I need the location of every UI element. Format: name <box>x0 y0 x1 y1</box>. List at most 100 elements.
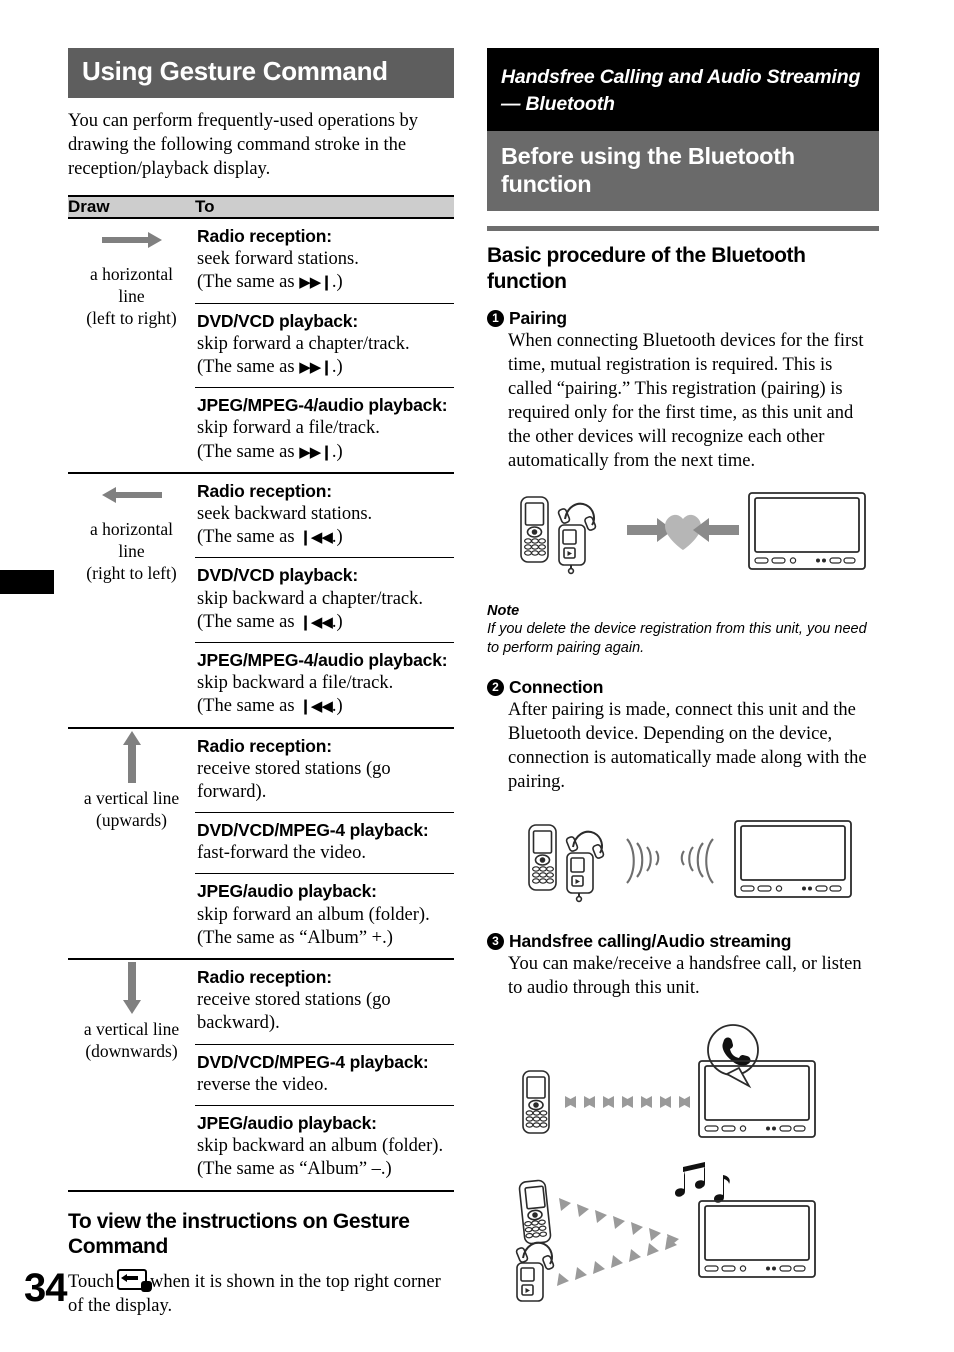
list-item: JPEG/MPEG-4/audio playback: skip backwar… <box>195 643 454 727</box>
section-title-using-gesture-command: Using Gesture Command <box>68 48 454 98</box>
same-as-suffix: .) <box>331 356 343 377</box>
draw-label-line1: a horizontal <box>89 518 174 539</box>
fast-forward-icon: ▶▶❙ <box>299 273 333 292</box>
same-as-suffix: .) <box>331 441 343 462</box>
car-av-unit-icon <box>734 820 852 898</box>
rewind-icon: ❙◀◀ <box>299 697 333 716</box>
step-heading: 1 Pairing <box>487 308 879 329</box>
item-title: DVD/VCD/MPEG-4 playback: <box>197 1051 429 1072</box>
item-desc: seek forward stations. <box>197 249 359 270</box>
item-text: skip forward a file/track. (The same as … <box>197 417 450 463</box>
arrow-stream-left-icon <box>565 1095 690 1108</box>
audio-player-headphones-icon <box>557 502 597 574</box>
mobile-phone-icon <box>522 1070 550 1134</box>
step-text: When connecting Bluetooth devices for th… <box>508 331 864 471</box>
item-title: JPEG/MPEG-4/audio playback: <box>197 649 448 670</box>
same-as-suffix: .) <box>331 696 343 717</box>
draw-label-line3: (left to right) <box>86 308 177 329</box>
thumb-index-tab <box>0 570 54 594</box>
arrow-left-icon <box>68 474 195 516</box>
list-item: Radio reception: seek forward stations. … <box>195 219 454 304</box>
gesture-command-icon <box>116 1269 152 1293</box>
step-number-badge: 1 <box>487 310 504 327</box>
item-title: Radio reception: <box>197 967 332 988</box>
item-desc: skip forward an album (folder). <box>197 904 430 925</box>
item-desc: skip backward a chapter/track. <box>197 588 424 609</box>
same-as-suffix: .) <box>331 611 343 632</box>
item-title: Radio reception: <box>197 735 332 756</box>
arrow-stream-right-icon <box>557 1236 677 1286</box>
item-desc: receive stored stations (go forward). <box>197 758 391 802</box>
item-text: skip forward an album (folder). (The sam… <box>197 904 450 950</box>
draw-label-line3: (right to left) <box>86 562 177 583</box>
item-title: JPEG/audio playback: <box>197 1112 377 1133</box>
step-number-badge: 3 <box>487 932 504 950</box>
draw-label-line2: line <box>118 540 145 561</box>
item-desc: reverse the video. <box>197 1074 328 1095</box>
step-heading: 3 Handsfree calling/Audio streaming <box>487 931 879 952</box>
list-item: DVD/VCD playback: skip forward a chapter… <box>195 304 454 389</box>
draw-label-line1: a vertical line <box>83 787 180 808</box>
subsection-title: Basic procedure of the Bluetooth functio… <box>487 244 806 293</box>
same-as-suffix: .) <box>331 272 343 293</box>
list-item: Radio reception: receive stored stations… <box>195 960 454 1045</box>
step-pairing: 1 Pairing When connecting Bluetooth devi… <box>487 308 879 474</box>
list-item: JPEG/audio playback: skip forward an alb… <box>195 874 454 958</box>
same-as-prefix: (The same as <box>197 611 300 632</box>
draw-cell: a vertical line (downwards) <box>68 959 195 1190</box>
to-cell: Radio reception: receive stored stations… <box>195 728 454 959</box>
same-as-prefix: (The same as <box>197 441 300 462</box>
item-desc: skip backward a file/track. <box>197 673 394 694</box>
same-as-suffix: (The same as “Album” +.) <box>197 927 393 948</box>
item-title: DVD/VCD/MPEG-4 playback: <box>197 820 429 841</box>
step-text: You can make/receive a handsfree call, o… <box>508 953 862 998</box>
item-title: Radio reception: <box>197 226 332 247</box>
to-cell: Radio reception: seek forward stations. … <box>195 218 454 472</box>
table-row: a vertical line (upwards) Radio receptio… <box>68 728 454 959</box>
arrow-right-icon <box>68 219 195 261</box>
item-desc: fast-forward the video. <box>197 843 367 864</box>
intro-paragraph: You can perform frequently-used operatio… <box>68 110 419 179</box>
pairing-heart-icon <box>665 514 701 550</box>
draw-cell: a vertical line (upwards) <box>68 728 195 959</box>
draw-label-line2: (downwards) <box>85 1041 178 1062</box>
same-as-prefix: (The same as <box>197 356 300 377</box>
wireless-waves-icon <box>626 838 660 884</box>
car-av-unit-icon <box>748 491 866 570</box>
left-column: Using Gesture Command You can perform fr… <box>68 48 454 1318</box>
step-handsfree-audio: 3 Handsfree calling/Audio streaming You … <box>487 931 879 1001</box>
same-as-suffix: (The same as “Album” –.) <box>197 1159 392 1180</box>
same-as-suffix: .) <box>331 527 343 548</box>
column-header-to: To <box>195 195 454 220</box>
section-band-title: Before using the Bluetooth function <box>487 130 879 212</box>
step-connection: 2 Connection After pairing is made, conn… <box>487 677 879 795</box>
car-av-unit-icon <box>698 1199 816 1278</box>
note-label: Note <box>487 602 520 619</box>
item-title: DVD/VCD playback: <box>197 565 358 586</box>
to-cell: Radio reception: receive stored stations… <box>195 959 454 1190</box>
car-av-unit-icon <box>698 1059 816 1138</box>
draw-label-line1: a horizontal <box>89 264 174 285</box>
page-number: 34 <box>24 1266 67 1310</box>
list-item: DVD/VCD/MPEG-4 playback: reverse the vid… <box>195 1045 454 1106</box>
table-row: a vertical line (downwards) Radio recept… <box>68 959 454 1190</box>
list-item: Radio reception: receive stored stations… <box>195 729 454 814</box>
item-text: skip backward a chapter/track. (The same… <box>197 588 450 634</box>
bottom-section-text: Touch when it is shown in the top right c… <box>68 1269 454 1318</box>
step-title: Pairing <box>509 308 567 328</box>
note-block: Note If you delete the device registrati… <box>487 603 879 659</box>
item-title: Radio reception: <box>197 480 332 501</box>
arrow-stream-right-icon <box>559 1197 679 1247</box>
draw-cell: a horizontal line (right to left) <box>68 473 195 727</box>
audio-streaming-diagram <box>487 1153 879 1303</box>
item-desc: skip forward a chapter/track. <box>197 333 410 354</box>
rewind-icon: ❙◀◀ <box>299 612 333 631</box>
item-title: DVD/VCD playback: <box>197 310 358 331</box>
item-desc: receive stored stations (go backward). <box>197 990 391 1034</box>
table-header-row: Draw To <box>68 195 454 220</box>
item-desc: seek backward stations. <box>197 503 373 524</box>
item-text: skip backward a file/track. (The same as… <box>197 672 450 718</box>
draw-cell: a horizontal line (left to right) <box>68 218 195 472</box>
draw-label-line2: line <box>118 286 145 307</box>
item-desc: skip backward an album (folder). <box>197 1136 444 1157</box>
